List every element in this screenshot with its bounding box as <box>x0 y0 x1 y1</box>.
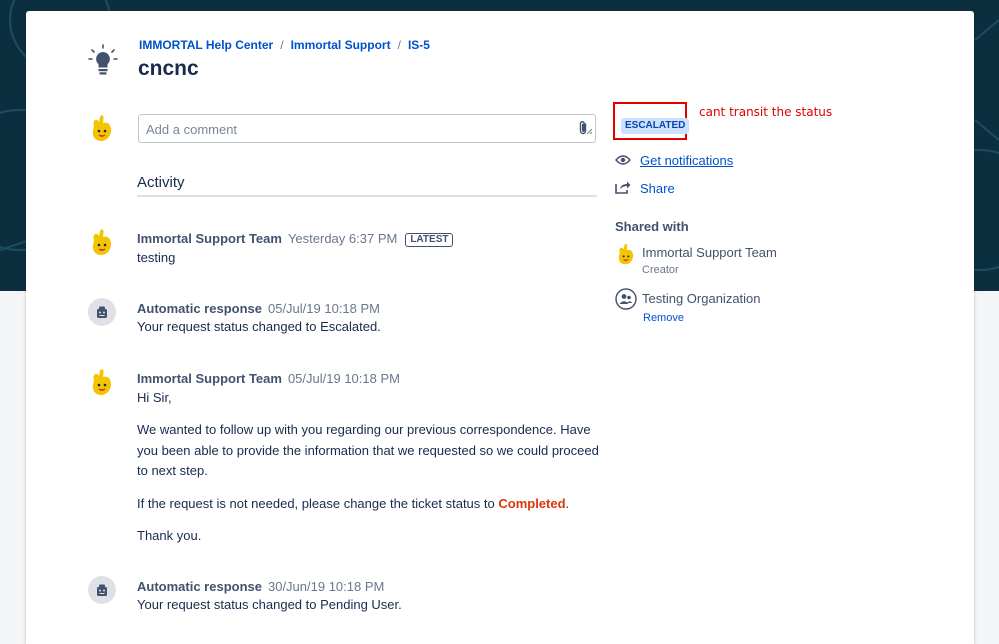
activity-body: testing <box>137 250 176 265</box>
yellow-hand-avatar <box>92 369 111 395</box>
activity-body: Your request status changed to Escalated… <box>137 319 381 334</box>
activity-time: 05/Jul/19 10:18 PM <box>267 301 381 316</box>
page-title: cncnc <box>138 57 199 80</box>
activity-avatar <box>88 228 116 261</box>
breadcrumb-separator: / <box>397 38 401 52</box>
activity-greeting: Hi Sir, <box>137 390 172 405</box>
shared-with-heading: Shared with <box>615 219 689 234</box>
breadcrumb-separator: / <box>280 38 284 52</box>
eye-icon <box>615 153 631 171</box>
current-user-avatar <box>88 114 116 147</box>
breadcrumb: IMMORTAL Help Center / Immortal Support / IS… <box>139 38 430 52</box>
breadcrumb-help-center[interactable]: IMMORTAL Help Center <box>139 38 273 52</box>
breadcrumb-issue-key[interactable]: IS-5 <box>408 38 430 52</box>
activity-paragraph: If the request is not needed, please cha… <box>137 494 607 515</box>
activity-paragraph: We wanted to follow up with you regardin… <box>137 422 599 478</box>
activity-time: 30/Jun/19 10:18 PM <box>267 579 385 594</box>
lightbulb-icon <box>88 44 118 83</box>
request-card: IMMORTAL Help Center / Immortal Support / IS… <box>26 11 974 644</box>
activity-header: Immortal Support Team Yesterday 6:37 PM LA… <box>137 231 454 247</box>
get-notifications-link[interactable]: Get notifications <box>640 153 733 168</box>
activity-header: Automatic response 05/Jul/19 10:18 PM <box>137 301 380 316</box>
activity-author: Immortal Support Team <box>137 231 282 246</box>
breadcrumb-project[interactable]: Immortal Support <box>291 38 391 52</box>
share-link[interactable]: Share <box>640 181 675 196</box>
activity-heading: Activity <box>137 174 185 191</box>
status-badge[interactable]: ESCALATED <box>621 118 690 134</box>
comment-input[interactable] <box>144 121 558 138</box>
comment-field[interactable] <box>138 114 596 143</box>
remove-organization-link[interactable]: Remove <box>643 312 684 324</box>
robot-icon <box>88 298 116 326</box>
shared-name: Immortal Support Team <box>642 245 777 260</box>
activity-author: Immortal Support Team <box>137 371 282 386</box>
robot-icon <box>88 576 116 604</box>
completed-status-text: Completed <box>498 496 566 511</box>
resize-handle-icon[interactable] <box>586 122 593 140</box>
shared-user-avatar <box>615 243 637 270</box>
paragraph-text: If the request is not needed, please cha… <box>137 496 499 511</box>
annotation-text: cant transit the status <box>699 105 833 119</box>
activity-divider <box>137 195 597 197</box>
activity-closing: Thank you. <box>137 528 202 543</box>
share-icon <box>615 180 631 199</box>
activity-author: Automatic response <box>137 301 262 316</box>
organization-icon <box>615 288 637 315</box>
yellow-hand-avatar <box>618 243 634 265</box>
shared-role: Creator <box>642 264 679 276</box>
latest-badge: LATEST <box>405 233 454 247</box>
activity-header: Automatic response 30/Jun/19 10:18 PM <box>137 579 384 594</box>
paragraph-text: . <box>565 496 570 511</box>
activity-time: 05/Jul/19 10:18 PM <box>287 371 400 386</box>
yellow-hand-avatar <box>92 115 111 141</box>
activity-body: Your request status changed to Pending U… <box>137 597 402 612</box>
activity-avatar <box>88 368 116 401</box>
activity-header: Immortal Support Team 05/Jul/19 10:18 PM <box>137 371 400 386</box>
activity-author: Automatic response <box>137 579 262 594</box>
shared-name: Testing Organization <box>642 291 761 306</box>
yellow-hand-avatar <box>92 229 111 255</box>
activity-time: Yesterday 6:37 PM <box>287 231 398 246</box>
